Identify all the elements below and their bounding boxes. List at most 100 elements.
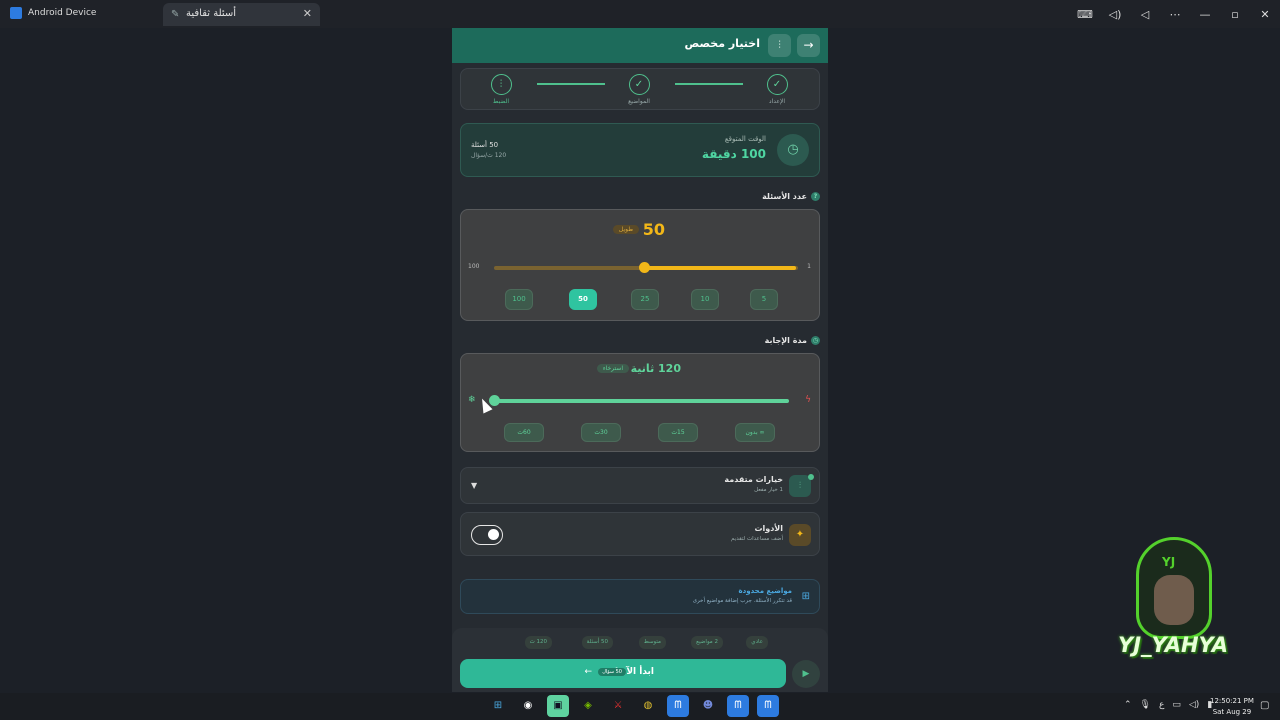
redragon-icon[interactable]: ⚔ [607,695,629,717]
advanced-subtitle: 1 خيار مفعل [754,487,783,493]
window-titlebar: Android Device ✎ أسئلة ثقافية ✕ ⌨ ◁) ◁ ⋯… [0,0,1280,28]
section-title-label: مدة الإجابة [764,336,807,345]
questions-count: 50 أسئلة [471,141,499,149]
android-icon[interactable]: ▣ [547,695,569,717]
step-topics[interactable]: ✓ المواضيع [619,74,659,105]
step-settings[interactable]: ⫶ الضبط [481,74,521,105]
network-icon[interactable]: ▭ [1172,700,1181,710]
step-setup[interactable]: ✓ الإعداد [757,74,797,105]
header: → ⫶ اختيار مخصص [452,28,828,63]
question-icon: ? [811,192,820,201]
obs-icon[interactable]: ◉ [517,695,539,717]
meta-chip: عادي [746,636,768,649]
slider-max-label: 100 [468,263,480,270]
slider-fill [646,266,796,270]
chrome-icon[interactable]: ◍ [637,695,659,717]
answer-time-title: ◷ مدة الإجابة [765,336,820,345]
taskbar-apps: ⊞ ◉ ▣ ◈ ⚔ ◍ ᗰ ☻ ᗰ ᗰ [487,695,779,717]
snowflake-icon: ❄ [468,395,476,405]
estimate-card: ◷ الوقت المتوقع 100 دقيقة 50 أسئلة 120 ث… [460,123,820,177]
advanced-title: خيارات متقدمة [724,475,783,484]
meta-chip: 50 أسئلة [581,636,613,649]
play-icon[interactable]: ▶ [792,660,820,688]
tune-icon[interactable]: ⫶ [768,34,791,57]
preset-chip-selected[interactable]: 50 [569,289,597,310]
step-label: الإعداد [768,98,786,105]
section-title-label: عدد الأسئلة [762,192,807,201]
time-preset-chip[interactable]: 60ث [504,423,544,442]
streamer-logo: YJ YJ_YAHYA [1098,535,1248,685]
app-icon[interactable]: ᗰ [727,695,749,717]
preset-chip[interactable]: 5 [750,289,778,310]
discord-icon[interactable]: ☻ [697,695,719,717]
time-slider-track[interactable] [493,399,789,403]
app-icon[interactable]: ᗰ [757,695,779,717]
step-label: المواضيع [628,98,650,105]
logo-text: YJ_YAHYA [1118,633,1228,657]
stepper: ✓ الإعداد ✓ المواضيع ⫶ الضبط [460,68,820,110]
notification-icon[interactable]: ▢ [1260,700,1269,711]
tools-toggle[interactable] [471,525,503,545]
mic-icon[interactable]: 🎙 [1140,700,1151,710]
length-badge: طويل [612,225,639,234]
close-button[interactable]: ✕ [1250,8,1280,21]
close-tab-icon[interactable]: ✕ [303,7,312,20]
notice-subtitle: قد تتكرر الأسئلة. جرب إضافة مواضيع أخرى [692,598,792,604]
android-device-icon [10,7,22,19]
start-button[interactable]: ابدأ الآن! 50 سؤال ← [460,659,786,688]
time-preset-chip[interactable]: ∞ بدون [735,423,775,442]
windows-start-icon[interactable]: ⊞ [487,695,509,717]
restore-button[interactable]: ▫ [1220,8,1250,21]
tools-row: ✦ الأدوات أضف مساعدات لتقديم [460,512,820,556]
input-language[interactable]: ع [1159,700,1164,710]
page-title: اختيار مخصص [684,37,760,50]
device-screen: → ⫶ اختيار مخصص ✓ الإعداد ✓ المواضيع ⫶ ا… [452,28,828,692]
minimize-button[interactable]: — [1190,8,1220,21]
volume-icon[interactable]: ◁) [1100,8,1130,21]
time-preset-chip[interactable]: 30ث [581,423,621,442]
nvidia-icon[interactable]: ◈ [577,695,599,717]
tools-title: الأدوات [754,524,783,533]
preset-chip[interactable]: 10 [691,289,719,310]
question-count-value: 50 [642,220,665,239]
check-icon: ✓ [628,74,650,95]
back-icon[interactable]: ◁ [1130,8,1160,21]
per-question: 120 ث/سؤال [471,152,507,159]
meta-chip: متوسط [638,636,666,649]
slider-thumb[interactable] [639,262,650,273]
time-preset-chip[interactable]: 15ث [658,423,698,442]
active-indicator [808,474,814,480]
slider-min-label: 1 [807,263,811,270]
keyboard-icon[interactable]: ⌨ [1070,8,1100,21]
more-icon[interactable]: ⋯ [1160,8,1190,21]
app-icon[interactable]: ᗰ [667,695,689,717]
meta-chip: 120 ث [524,636,552,649]
clock-time: 12:50:21 PM [1210,697,1254,705]
answer-time-value: 120 ثانية [630,362,681,375]
volume-icon[interactable]: ◁) [1189,700,1199,710]
question-count-card: 50 طويل 1 100 5 10 25 50 100 [460,209,820,321]
window-controls: ⌨ ◁) ◁ ⋯ — ▫ ✕ [1070,0,1280,28]
lightning-icon: ϟ [805,395,811,405]
taskbar: ⊞ ◉ ▣ ◈ ⚔ ◍ ᗰ ☻ ᗰ ᗰ ⌃ 🎙 ع ▭ ◁) ▮ 12:50:2… [0,693,1280,720]
chevron-up-icon[interactable]: ⌃ [1124,700,1132,710]
chevron-down-icon[interactable]: ▼ [471,481,477,490]
tab-label: أسئلة ثقافية [186,8,237,19]
clock-icon: ◷ [777,134,809,166]
estimate-label: الوقت المتوقع [724,135,766,143]
app-title: Android Device [10,7,96,19]
toggle-knob [488,529,499,540]
face-graphic [1154,575,1194,625]
footer: عادي 2 مواضيع متوسط 50 أسئلة 120 ث ابدأ … [452,628,828,692]
preset-chip[interactable]: 25 [631,289,659,310]
preset-chip[interactable]: 100 [505,289,533,310]
step-connector [675,83,743,85]
clock[interactable]: 12:50:21 PM Sat Aug 29 [1210,696,1254,718]
tools-subtitle: أضف مساعدات لتقديم [731,536,783,542]
step-label: الضبط [492,98,510,105]
back-arrow-icon[interactable]: → [797,34,820,57]
advanced-options[interactable]: ⫶ خيارات متقدمة 1 خيار مفعل ▼ [460,467,820,504]
start-badge: 50 سؤال [598,668,626,676]
tab-trivia[interactable]: ✎ أسئلة ثقافية ✕ [163,3,320,26]
meta-chip: 2 مواضيع [691,636,723,649]
